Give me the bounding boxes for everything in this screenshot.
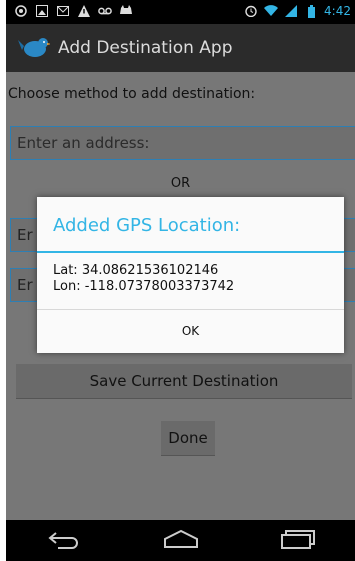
save-current-destination-button[interactable]: Save Current Destination — [16, 364, 352, 398]
dialog-title: Added GPS Location: — [53, 215, 241, 236]
alarm-icon — [244, 4, 258, 18]
dialog-message: Lat: 34.08621536102146 Lon: -118.0737800… — [53, 263, 234, 295]
phone-screen: 4:42 Add Destination App Choose method t… — [6, 0, 355, 561]
location-icon — [14, 4, 28, 18]
wifi-icon — [264, 4, 279, 18]
home-icon[interactable] — [161, 529, 201, 553]
longitude-text: Lon: -118.07378003373742 — [53, 279, 235, 294]
back-icon[interactable] — [46, 529, 82, 553]
recent-apps-icon[interactable] — [280, 529, 316, 553]
action-bar: Add Destination App — [6, 24, 355, 72]
app-title: Add Destination App — [58, 38, 233, 58]
latitude-text: Lat: 34.08621536102146 — [53, 263, 219, 278]
or-label: OR — [170, 176, 191, 191]
ok-button[interactable]: OK — [37, 310, 344, 353]
method-prompt: Choose method to add destination: — [8, 86, 256, 102]
status-left-icons — [14, 4, 133, 18]
gps-location-dialog: Added GPS Location: Lat: 34.086215361021… — [37, 197, 344, 353]
gmail-icon — [56, 4, 70, 18]
battery-icon — [304, 4, 318, 18]
status-time: 4:42 — [324, 4, 351, 18]
longitude-input-partial-text: Er — [17, 276, 33, 294]
done-button[interactable]: Done — [161, 421, 215, 455]
status-bar: 4:42 — [6, 0, 355, 24]
warning-icon — [77, 4, 91, 18]
bird-app-icon[interactable] — [18, 34, 52, 62]
cat-icon — [119, 4, 133, 18]
status-right-icons: 4:42 — [244, 4, 351, 18]
address-input[interactable]: Enter an address: — [10, 126, 355, 160]
image-icon — [35, 4, 49, 18]
voicemail-icon — [98, 4, 112, 18]
navigation-bar — [6, 520, 355, 561]
latitude-input-partial-text: Er — [17, 226, 33, 244]
dialog-title-divider — [37, 251, 344, 253]
signal-icon — [284, 4, 298, 18]
